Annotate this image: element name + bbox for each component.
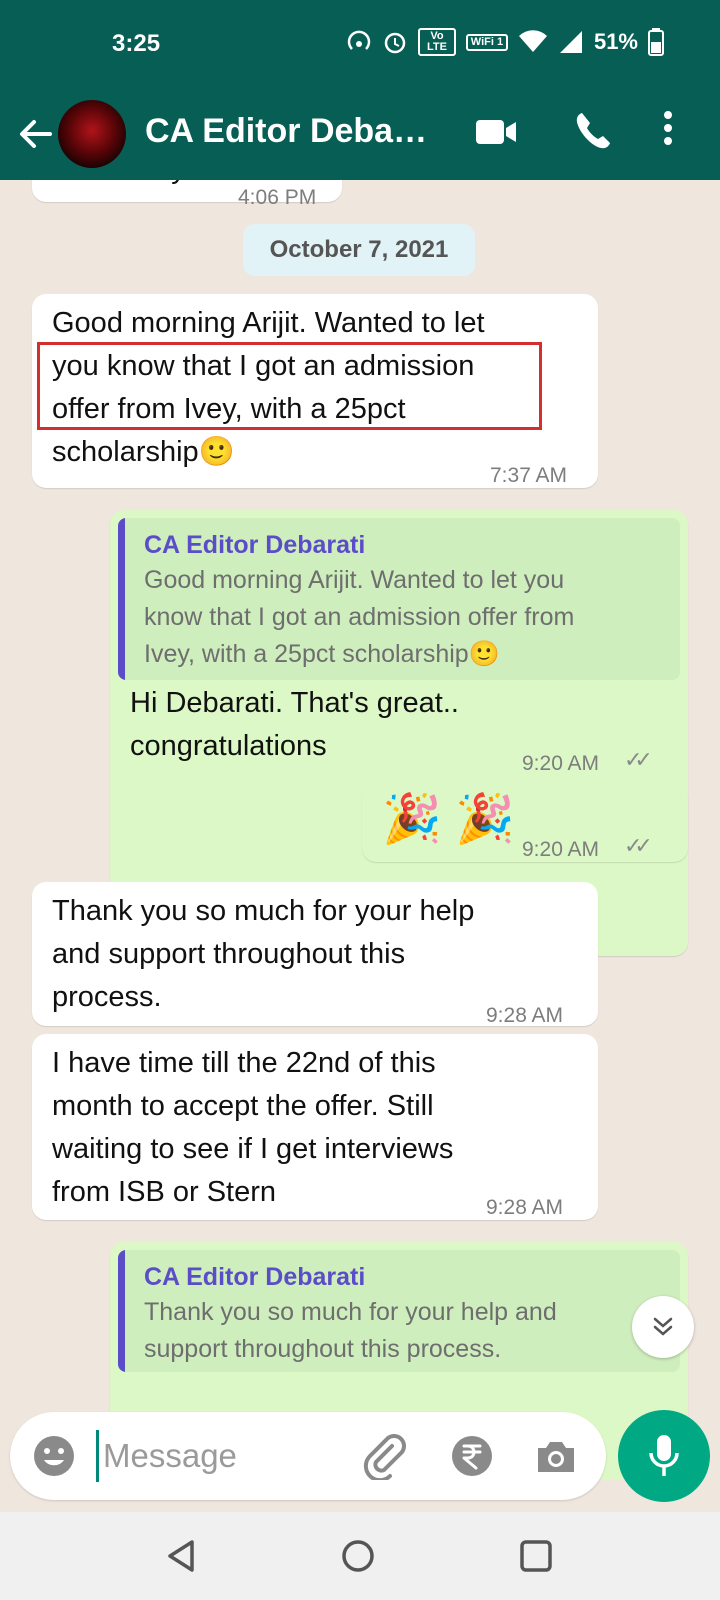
read-ticks-icon: ✓✓	[624, 833, 653, 858]
nav-recents-icon[interactable]	[518, 1538, 554, 1574]
wifi-calling-badge: WiFi 1	[465, 33, 508, 51]
message-text: Thank you so much for your help and supp…	[52, 890, 474, 1019]
message-bubble-in[interactable]: I have time till the 22nd of this month …	[32, 1034, 598, 1220]
quote-line: Ivey, with a 25pct scholarship🙂	[144, 640, 500, 668]
back-arrow-icon[interactable]	[14, 112, 58, 156]
camera-icon[interactable]	[532, 1432, 580, 1480]
message-time: 4:06 PM	[238, 186, 317, 209]
alarm-icon	[384, 32, 406, 54]
message-composer	[10, 1412, 606, 1500]
quote-line: support throughout this process.	[144, 1335, 502, 1363]
message-line: Thank you so much for your help	[52, 895, 475, 927]
battery-icon	[648, 28, 664, 56]
voice-message-button[interactable]	[618, 1410, 710, 1502]
chat-area[interactable]: Absolutely 4:06 PM October 7, 2021 Good …	[0, 180, 720, 1480]
more-vert-icon[interactable]	[662, 106, 674, 150]
message-bubble-partial[interactable]: Absolutely 4:06 PM	[32, 180, 342, 209]
message-bubble-out[interactable]: 🎉 🎉 9:20 AM ✓✓	[362, 784, 688, 862]
quote-bar	[118, 518, 125, 680]
message-line: from ISB or Stern	[52, 1176, 277, 1208]
message-line: waiting to see if I get interviews	[52, 1133, 454, 1165]
quote-line: Thank you so much for your help and	[144, 1298, 557, 1326]
message-line: congratulations	[130, 730, 327, 762]
chat-header: CA Editor Deba…	[0, 92, 720, 180]
message-line: Hi Debarati. That's great..	[130, 687, 459, 719]
read-ticks-icon: ✓✓	[624, 747, 653, 772]
message-line: scholarship🙂	[52, 436, 235, 468]
mic-icon	[649, 1435, 679, 1476]
quote-author: CA Editor Debarati	[144, 531, 366, 559]
quote-line: know that I got an admission offer from	[144, 603, 575, 631]
quote-text: Good morning Arijit. Wanted to let you k…	[144, 562, 574, 673]
date-chip: October 7, 2021	[243, 224, 475, 276]
wifi-calling-label: WiFi 1	[470, 35, 504, 48]
message-text: Hi Debarati. That's great.. congratulati…	[130, 682, 459, 768]
message-time: 9:28 AM	[486, 1196, 564, 1219]
quote-line: Good morning Arijit. Wanted to let you	[144, 566, 565, 594]
message-line: month to accept the offer. Still	[52, 1090, 434, 1122]
message-time: 7:37 AM	[490, 464, 568, 487]
nav-home-icon[interactable]	[340, 1538, 376, 1574]
highlight-box	[37, 342, 542, 430]
message-text: 🎉 🎉	[382, 793, 515, 846]
status-bar: 3:25 Vo LTE WiFi 1 51%	[0, 0, 720, 92]
video-call-icon[interactable]	[474, 114, 518, 150]
phone-icon[interactable]	[574, 110, 614, 152]
chevron-double-down-icon	[653, 1317, 673, 1336]
hotspot-icon	[347, 30, 371, 50]
volte-label: Vo LTE	[426, 30, 447, 53]
message-line: process.	[52, 981, 162, 1013]
emoji-icon[interactable]	[30, 1432, 78, 1480]
message-line: Good morning Arijit. Wanted to let	[52, 307, 485, 339]
nav-back-icon[interactable]	[164, 1538, 200, 1574]
status-time: 3:25	[112, 30, 161, 57]
message-bubble-in[interactable]: Thank you so much for your help and supp…	[32, 882, 598, 1027]
attach-icon[interactable]	[362, 1432, 406, 1480]
message-time: 9:20 AM	[522, 838, 600, 861]
message-time: 9:28 AM	[486, 1004, 564, 1027]
quoted-message[interactable]: CA Editor Debarati Good morning Arijit. …	[118, 518, 680, 680]
system-nav-bar	[0, 1512, 720, 1600]
quote-author: CA Editor Debarati	[144, 1263, 366, 1291]
signal-icon	[559, 31, 582, 53]
avatar[interactable]	[58, 100, 126, 168]
quote-text: Thank you so much for your help and supp…	[144, 1294, 557, 1368]
status-icons: Vo LTE WiFi 1 51%	[346, 28, 664, 56]
chat-title[interactable]: CA Editor Deba…	[145, 102, 445, 160]
wifi-icon	[518, 30, 547, 52]
quote-bar	[118, 1250, 125, 1372]
message-line: and support throughout this	[52, 938, 406, 970]
battery-percent: 51%	[593, 29, 638, 54]
message-text: Absolutely	[52, 180, 186, 191]
rupee-icon[interactable]	[448, 1432, 496, 1480]
message-line: I have time till the 22nd of this	[52, 1047, 436, 1079]
message-input[interactable]	[96, 1430, 355, 1482]
volte-badge: Vo LTE	[417, 28, 456, 56]
message-time: 9:20 AM	[522, 752, 600, 775]
scroll-to-bottom-button[interactable]	[632, 1296, 694, 1358]
message-text: I have time till the 22nd of this month …	[52, 1042, 453, 1214]
quoted-message[interactable]: CA Editor Debarati Thank you so much for…	[118, 1250, 680, 1372]
